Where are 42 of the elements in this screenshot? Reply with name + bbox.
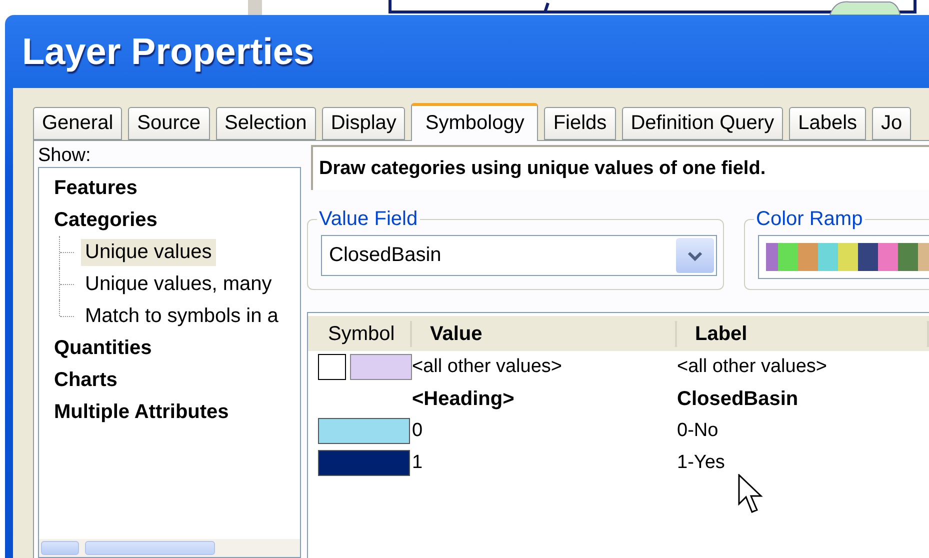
label-cell-text: 0-No	[677, 420, 720, 442]
tree-item[interactable]: Features	[52, 172, 140, 204]
tab[interactable]: General	[33, 107, 122, 140]
tab[interactable]: Labels	[789, 107, 866, 140]
tab[interactable]: Definition Query	[622, 107, 784, 140]
symbol-swatch[interactable]	[350, 354, 412, 380]
label-cell-text: <all other values>	[677, 356, 828, 378]
chevron-down-icon	[687, 250, 703, 262]
tree-item[interactable]: Match to symbols in a	[81, 302, 282, 330]
outline-swatch	[318, 354, 346, 380]
value-cell-text: <Heading>	[412, 388, 516, 410]
tree-item[interactable]: Unique values	[81, 238, 216, 266]
tab[interactable]: Source	[128, 107, 210, 140]
tree-item[interactable]: Multiple Attributes	[52, 396, 231, 428]
show-label: Show:	[38, 145, 92, 167]
column-header[interactable]: Label	[677, 320, 929, 346]
label-cell-text: 1-Yes	[677, 452, 726, 474]
tab[interactable]: Display	[322, 107, 406, 140]
tree-item[interactable]: Categories	[52, 204, 160, 236]
scroll-bar[interactable]	[39, 539, 300, 557]
group-legend: Color Ramp	[754, 208, 865, 231]
label-cell-text: ClosedBasin	[677, 388, 800, 410]
value-cell-text: <all other values>	[412, 356, 563, 378]
tab[interactable]: Jo	[872, 107, 912, 140]
value-field-dropdown[interactable]: ClosedBasin	[321, 235, 717, 276]
column-header[interactable]: Value	[412, 320, 677, 346]
dropdown-button[interactable]	[676, 238, 714, 273]
color-ramp-dropdown[interactable]	[758, 235, 929, 279]
tab[interactable]: Fields	[544, 107, 616, 140]
description-text: Draw categories using unique values of one field.	[311, 145, 929, 190]
tab[interactable]: Selection	[216, 107, 316, 140]
tree-item[interactable]: Unique values, many	[81, 270, 276, 298]
tree-item[interactable]: Quantities	[52, 332, 154, 364]
tab[interactable]: Symbology	[411, 103, 538, 141]
group-legend: Value Field	[317, 208, 420, 231]
symbol-swatch[interactable]	[318, 450, 410, 476]
value-cell-text: 1	[412, 452, 424, 474]
column-header[interactable]: Symbol	[308, 320, 412, 346]
tree-item[interactable]: Charts	[52, 364, 120, 396]
window-title: Layer Properties	[22, 30, 314, 72]
value-cell-text: 0	[412, 420, 424, 442]
symbol-swatch[interactable]	[318, 418, 410, 444]
